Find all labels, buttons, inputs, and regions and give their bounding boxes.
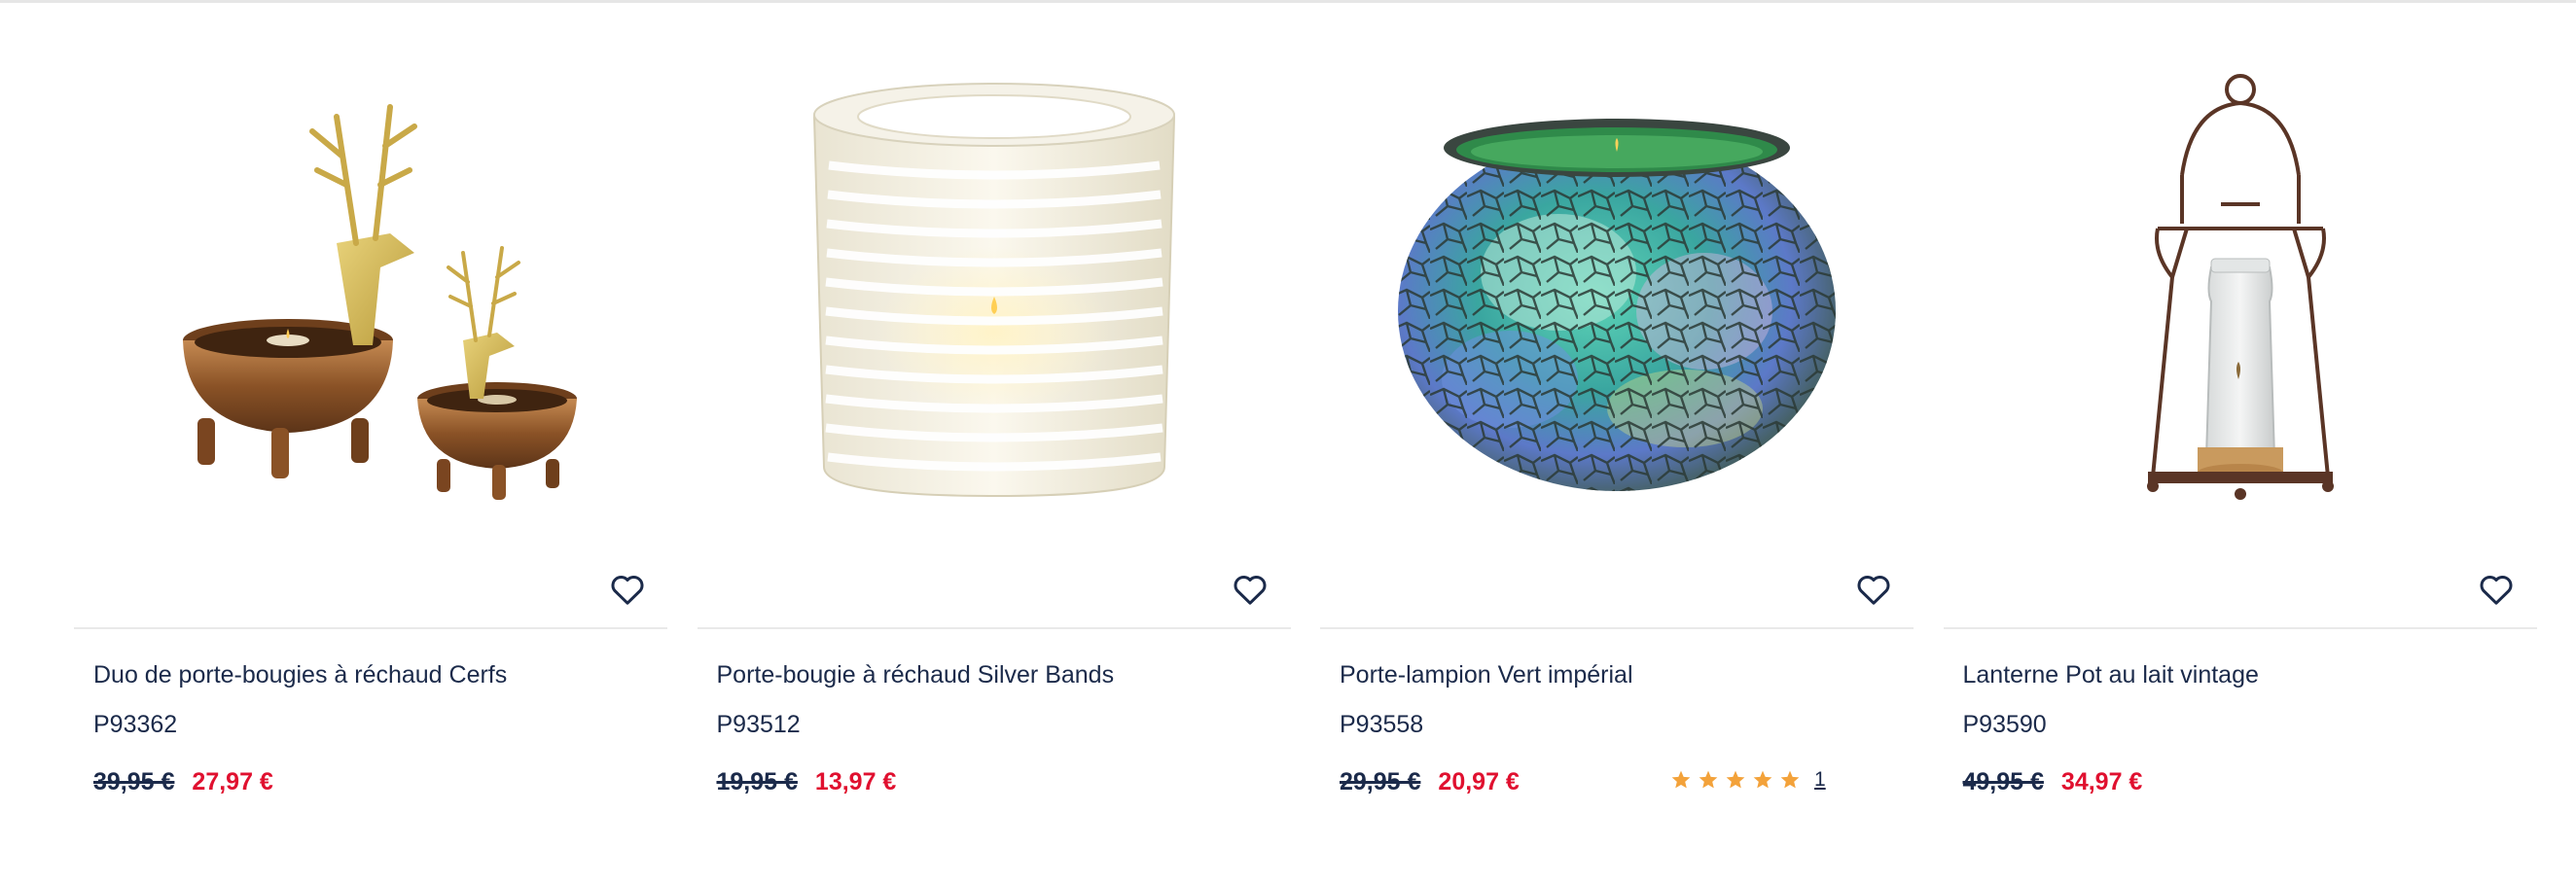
product-reference: P93512 bbox=[716, 711, 801, 738]
product-grid: Duo de porte-bougies à réchaud Cerfs P93… bbox=[74, 0, 2537, 883]
favorite-heart-icon[interactable] bbox=[1231, 570, 1270, 609]
product-reference: P93590 bbox=[1962, 711, 2047, 738]
sale-price: 27,97 € bbox=[192, 768, 273, 795]
reindeer-tealight-holders-image bbox=[183, 104, 577, 500]
price-block: 39,95 € 27,97 € bbox=[93, 768, 273, 796]
price-block: 49,95 € 34,97 € bbox=[1963, 768, 2143, 796]
product-title[interactable]: Lanterne Pot au lait vintage bbox=[1963, 661, 2259, 689]
mosaic-glass-lantern-image bbox=[1398, 119, 1836, 491]
star-icon bbox=[1753, 770, 1772, 789]
product-image[interactable] bbox=[1944, 39, 2537, 545]
product-title[interactable]: Duo de porte-bougies à réchaud Cerfs bbox=[93, 661, 507, 689]
product-card[interactable]: Lanterne Pot au lait vintage P93590 49,9… bbox=[1943, 0, 2537, 883]
card-divider bbox=[1943, 627, 2537, 629]
product-title[interactable]: Porte-bougie à réchaud Silver Bands bbox=[717, 661, 1115, 689]
product-title[interactable]: Porte-lampion Vert impérial bbox=[1340, 661, 1633, 689]
striped-glass-candle-holder-image bbox=[812, 83, 1175, 498]
old-price: 19,95 € bbox=[716, 768, 798, 795]
rating-summary[interactable]: 1 bbox=[1670, 768, 1826, 792]
favorite-heart-icon[interactable] bbox=[1854, 570, 1893, 609]
star-icon bbox=[1699, 770, 1718, 789]
sale-price: 34,97 € bbox=[2060, 768, 2143, 795]
sale-price: 13,97 € bbox=[814, 768, 897, 795]
favorite-heart-icon[interactable] bbox=[608, 570, 647, 609]
sale-price: 20,97 € bbox=[1438, 768, 1520, 795]
star-icon bbox=[1671, 770, 1691, 789]
old-price: 49,95 € bbox=[1962, 768, 2044, 795]
product-card[interactable]: Porte-lampion Vert impérial P93558 29,95… bbox=[1320, 0, 1914, 883]
star-icon bbox=[1780, 770, 1800, 789]
product-image[interactable] bbox=[698, 39, 1291, 545]
card-divider bbox=[74, 627, 667, 629]
old-price: 29,95 € bbox=[1340, 768, 1421, 795]
price-block: 29,95 € 20,97 € bbox=[1340, 768, 1520, 796]
favorite-heart-icon[interactable] bbox=[2477, 570, 2516, 609]
product-image[interactable] bbox=[74, 39, 667, 545]
review-count[interactable]: 1 bbox=[1814, 768, 1826, 792]
product-image[interactable] bbox=[1320, 39, 1914, 545]
card-divider bbox=[1320, 627, 1914, 629]
star-icon bbox=[1726, 770, 1745, 789]
product-card[interactable]: Duo de porte-bougies à réchaud Cerfs P93… bbox=[74, 0, 667, 883]
rating-stars bbox=[1670, 769, 1801, 791]
milk-jug-lantern-image bbox=[2146, 74, 2334, 500]
price-block: 19,95 € 13,97 € bbox=[717, 768, 897, 796]
product-reference: P93558 bbox=[1340, 711, 1424, 738]
card-divider bbox=[697, 627, 1291, 629]
product-reference: P93362 bbox=[93, 711, 178, 738]
old-price: 39,95 € bbox=[93, 768, 175, 795]
product-card[interactable]: Porte-bougie à réchaud Silver Bands P935… bbox=[697, 0, 1291, 883]
